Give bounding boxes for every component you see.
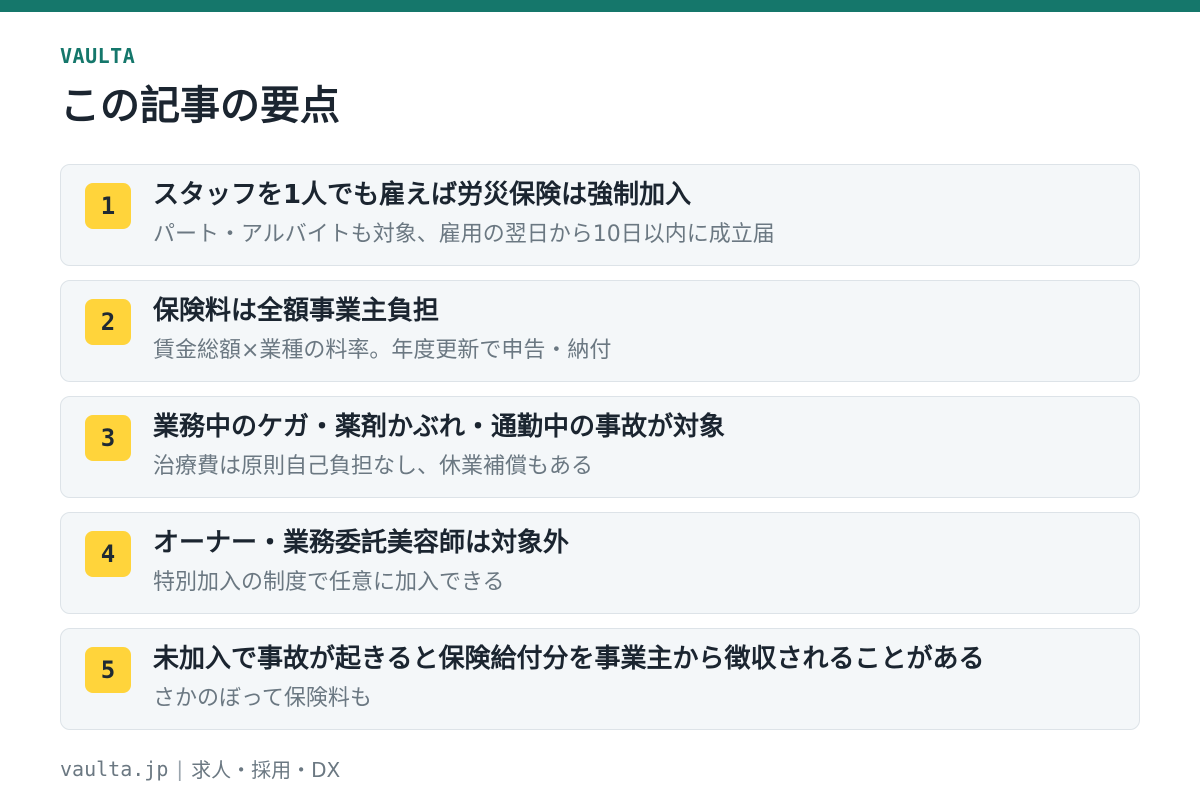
point-subtext: 治療費は原則自己負担なし、休業補償もある bbox=[153, 454, 594, 479]
page-title: この記事の要点 bbox=[60, 83, 340, 129]
point-number-badge: 2 bbox=[85, 299, 131, 345]
point-title: スタッフを1人でも雇えば労災保険は強制加入 bbox=[153, 180, 692, 210]
point-subtext: パート・アルバイトも対象、雇用の翌日から10日以内に成立届 bbox=[153, 222, 775, 247]
footer-separator: | bbox=[176, 756, 184, 781]
point-number-badge: 1 bbox=[85, 183, 131, 229]
point-subtext: 特別加入の制度で任意に加入できる bbox=[153, 570, 505, 595]
brand-logo-text: VAULTA bbox=[60, 44, 136, 68]
point-card-1: 1 スタッフを1人でも雇えば労災保険は強制加入 パート・アルバイトも対象、雇用の… bbox=[60, 164, 1140, 266]
point-card-2: 2 保険料は全額事業主負担 賃金総額×業種の料率。年度更新で申告・納付 bbox=[60, 280, 1140, 382]
point-card-4: 4 オーナー・業務委託美容師は対象外 特別加入の制度で任意に加入できる bbox=[60, 512, 1140, 614]
point-number-badge: 3 bbox=[85, 415, 131, 461]
top-accent-bar bbox=[0, 0, 1200, 12]
point-title: 未加入で事故が起きると保険給付分を事業主から徴収されることがある bbox=[153, 644, 985, 674]
point-subtext: さかのぼって保険料も bbox=[153, 686, 372, 711]
point-title: 業務中のケガ・薬剤かぶれ・通勤中の事故が対象 bbox=[153, 412, 726, 442]
point-card-5: 5 未加入で事故が起きると保険給付分を事業主から徴収されることがある さかのぼっ… bbox=[60, 628, 1140, 730]
point-title: 保険料は全額事業主負担 bbox=[153, 296, 440, 326]
footer-domain: vaulta.jp bbox=[60, 756, 169, 781]
footer: vaulta.jp | 求人・採用・DX bbox=[60, 754, 340, 783]
point-card-3: 3 業務中のケガ・薬剤かぶれ・通勤中の事故が対象 治療費は原則自己負担なし、休業… bbox=[60, 396, 1140, 498]
key-points-list: 1 スタッフを1人でも雇えば労災保険は強制加入 パート・アルバイトも対象、雇用の… bbox=[60, 164, 1140, 744]
point-number-badge: 4 bbox=[85, 531, 131, 577]
point-subtext: 賃金総額×業種の料率。年度更新で申告・納付 bbox=[153, 338, 612, 363]
point-number-badge: 5 bbox=[85, 647, 131, 693]
footer-tagline: 求人・採用・DX bbox=[191, 758, 341, 782]
point-title: オーナー・業務委託美容師は対象外 bbox=[153, 528, 570, 558]
